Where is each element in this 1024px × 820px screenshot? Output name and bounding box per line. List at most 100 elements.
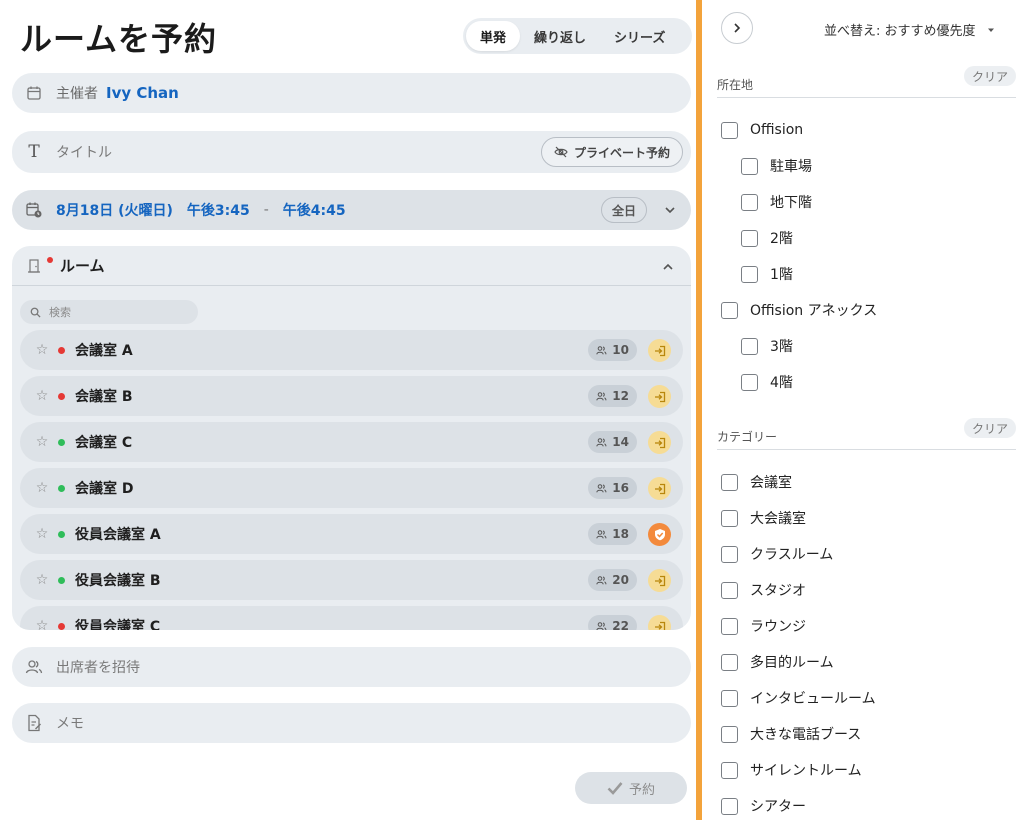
- checkbox[interactable]: [721, 689, 738, 707]
- availability-dot: [58, 622, 65, 630]
- filter-option[interactable]: クラスルーム: [721, 542, 833, 566]
- room-search-input[interactable]: [49, 305, 179, 319]
- enter-icon[interactable]: [648, 339, 671, 362]
- attendees-field[interactable]: 出席者を招待: [12, 647, 691, 687]
- enter-icon[interactable]: [648, 385, 671, 408]
- filter-option-label: スタジオ: [750, 583, 806, 599]
- checkbox[interactable]: [741, 373, 758, 391]
- enter-icon[interactable]: [648, 615, 671, 630]
- checkbox[interactable]: [721, 761, 738, 779]
- memo-field[interactable]: メモ: [12, 703, 691, 743]
- panel-divider[interactable]: [696, 0, 704, 820]
- star-icon[interactable]: ☆: [28, 342, 56, 358]
- filter-option-label: 多目的ルーム: [750, 655, 834, 671]
- room-row[interactable]: ☆ 会議室 B 12: [20, 376, 683, 416]
- chevron-down-icon[interactable]: [663, 202, 677, 221]
- checkbox[interactable]: [721, 653, 738, 671]
- location-clear-button[interactable]: クリア: [963, 66, 1016, 86]
- filter-option-label: Offision アネックス: [750, 303, 878, 319]
- checkbox[interactable]: [721, 581, 738, 599]
- capacity-value: 10: [612, 343, 629, 357]
- filter-option-label: ラウンジ: [750, 619, 806, 635]
- star-icon[interactable]: ☆: [28, 388, 56, 404]
- star-icon[interactable]: ☆: [28, 618, 56, 630]
- filter-option-label: Offision: [750, 122, 804, 138]
- filter-option[interactable]: 2階: [741, 226, 793, 250]
- enter-icon[interactable]: [648, 477, 671, 500]
- room-name: 会議室 B: [75, 389, 133, 405]
- filter-option[interactable]: 会議室: [721, 470, 792, 494]
- room-row[interactable]: ☆ 役員会議室 A 18: [20, 514, 683, 554]
- tab-single[interactable]: 単発: [466, 21, 521, 51]
- room-row[interactable]: ☆ 役員会議室 B 20: [20, 560, 683, 600]
- sort-dropdown[interactable]: 並べ替え: おすすめ優先度: [824, 20, 996, 39]
- filter-option[interactable]: スタジオ: [721, 578, 806, 602]
- filter-option[interactable]: 大きな電話ブース: [721, 722, 861, 746]
- checkbox[interactable]: [721, 509, 738, 527]
- filter-option[interactable]: 1階: [741, 262, 793, 286]
- room-name: 役員会議室 B: [75, 573, 161, 589]
- filter-panel: 並べ替え: おすすめ優先度 所在地 クリア Offision 駐車場 地下階 2階 1階…: [704, 0, 1024, 820]
- room-row[interactable]: ☆ 会議室 C 14: [20, 422, 683, 462]
- checkbox[interactable]: [741, 193, 758, 211]
- start-time[interactable]: 午後3:45: [187, 200, 250, 220]
- people-icon: [596, 529, 607, 538]
- checkbox[interactable]: [721, 301, 738, 319]
- checkbox[interactable]: [721, 121, 738, 139]
- checkbox[interactable]: [721, 473, 738, 491]
- enter-icon[interactable]: [648, 431, 671, 454]
- filter-option[interactable]: 大会議室: [721, 506, 806, 530]
- room-row[interactable]: ☆ 会議室 A 10: [20, 330, 683, 370]
- filter-option[interactable]: 駐車場: [741, 154, 812, 178]
- filter-option[interactable]: サイレントルーム: [721, 758, 862, 782]
- private-booking-button[interactable]: プライベート予約: [540, 137, 683, 167]
- filter-option-label: 4階: [770, 375, 793, 391]
- tab-recurring[interactable]: 繰り返し: [520, 21, 600, 51]
- filter-option[interactable]: シアター: [721, 794, 806, 818]
- rooms-header[interactable]: ルーム: [12, 246, 691, 286]
- checkbox[interactable]: [721, 545, 738, 563]
- checkbox[interactable]: [721, 797, 738, 815]
- booking-form-panel: ルームを予約 単発 繰り返し シリーズ 主催者 Ivy Chan T タイトル …: [0, 0, 696, 820]
- checkbox[interactable]: [741, 157, 758, 175]
- date-value[interactable]: 8月18日 (火曜日): [56, 200, 173, 220]
- collapse-panel-button[interactable]: [721, 12, 753, 44]
- room-search-box: [20, 300, 198, 324]
- filter-option[interactable]: 多目的ルーム: [721, 650, 834, 674]
- category-clear-button[interactable]: クリア: [963, 418, 1016, 438]
- checkbox[interactable]: [741, 229, 758, 247]
- chevron-up-icon[interactable]: [661, 259, 675, 278]
- reserve-button[interactable]: 予約: [575, 772, 687, 804]
- filter-option-label: クラスルーム: [750, 547, 834, 563]
- filter-option[interactable]: 地下階: [741, 190, 812, 214]
- end-time[interactable]: 午後4:45: [283, 200, 346, 220]
- filter-option[interactable]: 3階: [741, 334, 793, 358]
- filter-option[interactable]: 4階: [741, 370, 793, 394]
- capacity-value: 16: [612, 481, 629, 495]
- room-name: 役員会議室 C: [75, 619, 161, 630]
- datetime-field[interactable]: 8月18日 (火曜日) 午後3:45 - 午後4:45 全日: [12, 190, 691, 230]
- filter-option[interactable]: ラウンジ: [721, 614, 806, 638]
- allday-toggle[interactable]: 全日: [600, 197, 647, 223]
- title-field[interactable]: T タイトル プライベート予約: [12, 131, 691, 173]
- room-row[interactable]: ☆ 役員会議室 C 22: [20, 606, 683, 630]
- star-icon[interactable]: ☆: [28, 526, 56, 542]
- filter-option[interactable]: Offision アネックス: [721, 298, 877, 322]
- checkbox[interactable]: [721, 725, 738, 743]
- checkbox[interactable]: [741, 265, 758, 283]
- shield-check-icon[interactable]: [648, 523, 671, 546]
- star-icon[interactable]: ☆: [28, 480, 56, 496]
- capacity-value: 14: [612, 435, 629, 449]
- organizer-field[interactable]: 主催者 Ivy Chan: [12, 73, 691, 113]
- checkbox[interactable]: [741, 337, 758, 355]
- filter-option[interactable]: Offision: [721, 118, 803, 142]
- star-icon[interactable]: ☆: [28, 434, 56, 450]
- room-row[interactable]: ☆ 会議室 D 16: [20, 468, 683, 508]
- tab-series[interactable]: シリーズ: [600, 21, 679, 51]
- checkbox[interactable]: [721, 617, 738, 635]
- filter-option[interactable]: インタビュールーム: [721, 686, 876, 710]
- page-title: ルームを予約: [20, 20, 218, 58]
- star-icon[interactable]: ☆: [28, 572, 56, 588]
- enter-icon[interactable]: [648, 569, 671, 592]
- organizer-name[interactable]: Ivy Chan: [106, 84, 179, 102]
